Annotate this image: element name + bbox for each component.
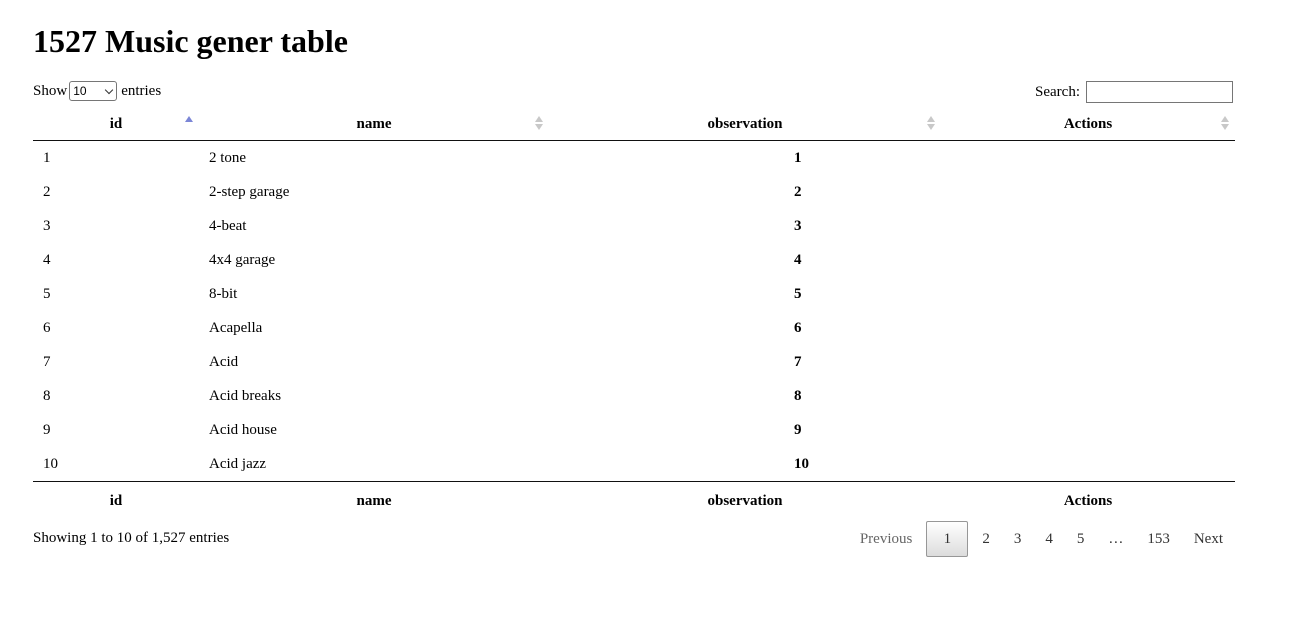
- column-header-label: name: [356, 115, 392, 132]
- cell-name: Acid: [209, 353, 239, 370]
- sort-both-icon: [927, 116, 935, 132]
- entries-length-control: Show 10 entries: [33, 81, 161, 101]
- cell-id: 9: [43, 421, 51, 438]
- page-button-1[interactable]: 1: [926, 521, 969, 557]
- search-control: Search:: [1035, 81, 1233, 103]
- search-label: Search:: [1035, 84, 1080, 100]
- cell-observation: 8: [794, 387, 802, 404]
- column-header-label: id: [109, 115, 123, 132]
- table-row: 4 4x4 garage 4: [33, 243, 1235, 277]
- cell-id: 6: [43, 319, 51, 336]
- cell-observation: 1: [794, 149, 802, 166]
- sort-both-icon: [535, 116, 543, 132]
- page-button-5[interactable]: 5: [1065, 522, 1097, 556]
- cell-observation: 4: [794, 251, 802, 268]
- table-row: 5 8-bit 5: [33, 277, 1235, 311]
- table-row: 9 Acid house 9: [33, 413, 1235, 447]
- table-info: Showing 1 to 10 of 1,527 entries: [33, 530, 230, 546]
- cell-id: 3: [43, 217, 51, 234]
- column-header-label: Actions: [1063, 115, 1113, 132]
- column-footer-id: id: [33, 481, 199, 520]
- sort-both-icon: [1221, 116, 1229, 132]
- previous-button[interactable]: Previous: [848, 522, 925, 556]
- entries-length-select[interactable]: 10: [69, 81, 118, 101]
- music-genre-table: id name observation Actions 1 2 tone 1 2: [33, 108, 1235, 520]
- table-row: 3 4-beat 3: [33, 209, 1235, 243]
- table-footer-row: id name observation Actions: [33, 481, 1235, 520]
- search-input[interactable]: [1086, 81, 1233, 103]
- table-row: 7 Acid 7: [33, 345, 1235, 379]
- column-footer-actions: Actions: [941, 481, 1235, 520]
- cell-name: 4x4 garage: [209, 251, 276, 268]
- cell-observation: 3: [794, 217, 802, 234]
- cell-observation: 5: [794, 285, 802, 302]
- cell-id: 10: [43, 455, 58, 472]
- cell-name: Acid jazz: [209, 455, 267, 472]
- table-row: 1 2 tone 1: [33, 141, 1235, 176]
- column-footer-name: name: [199, 481, 549, 520]
- cell-name: Acid breaks: [209, 387, 282, 404]
- table-row: 6 Acapella 6: [33, 311, 1235, 345]
- cell-observation: 9: [794, 421, 802, 438]
- next-button[interactable]: Next: [1182, 522, 1235, 556]
- pagination-ellipsis: …: [1108, 530, 1124, 547]
- entries-label: entries: [121, 83, 162, 99]
- cell-id: 8: [43, 387, 51, 404]
- sort-asc-icon: [185, 116, 193, 132]
- page-button-3[interactable]: 3: [1002, 522, 1034, 556]
- cell-observation: 10: [794, 455, 809, 472]
- entries-length-value: 10: [73, 84, 87, 98]
- column-header-label: observation: [707, 115, 783, 132]
- cell-observation: 7: [794, 353, 802, 370]
- cell-observation: 2: [794, 183, 802, 200]
- page-button-last[interactable]: 153: [1135, 522, 1182, 556]
- page-title: 1527 Music gener table: [33, 23, 348, 59]
- cell-name: 2-step garage: [209, 183, 290, 200]
- page-button-2[interactable]: 2: [970, 522, 1002, 556]
- cell-name: 8-bit: [209, 285, 238, 302]
- column-footer-observation: observation: [549, 481, 941, 520]
- cell-id: 4: [43, 251, 51, 268]
- column-header-actions[interactable]: Actions: [941, 108, 1235, 141]
- pagination: Previous 1 2 3 4 5 … 153 Next: [848, 521, 1235, 557]
- cell-observation: 6: [794, 319, 802, 336]
- column-header-id[interactable]: id: [33, 108, 199, 141]
- table-row: 10 Acid jazz 10: [33, 447, 1235, 482]
- column-header-name[interactable]: name: [199, 108, 549, 141]
- cell-name: Acapella: [209, 319, 263, 336]
- cell-id: 2: [43, 183, 51, 200]
- table-header-row: id name observation Actions: [33, 108, 1235, 141]
- column-header-observation[interactable]: observation: [549, 108, 941, 141]
- page-button-4[interactable]: 4: [1033, 522, 1065, 556]
- cell-name: 2 tone: [209, 149, 247, 166]
- show-label: Show: [33, 83, 68, 99]
- cell-name: 4-beat: [209, 217, 247, 234]
- cell-id: 7: [43, 353, 51, 370]
- cell-id: 5: [43, 285, 51, 302]
- cell-name: Acid house: [209, 421, 277, 438]
- table-row: 2 2-step garage 2: [33, 175, 1235, 209]
- cell-id: 1: [43, 149, 51, 166]
- table-row: 8 Acid breaks 8: [33, 379, 1235, 413]
- chevron-down-icon: [104, 85, 114, 94]
